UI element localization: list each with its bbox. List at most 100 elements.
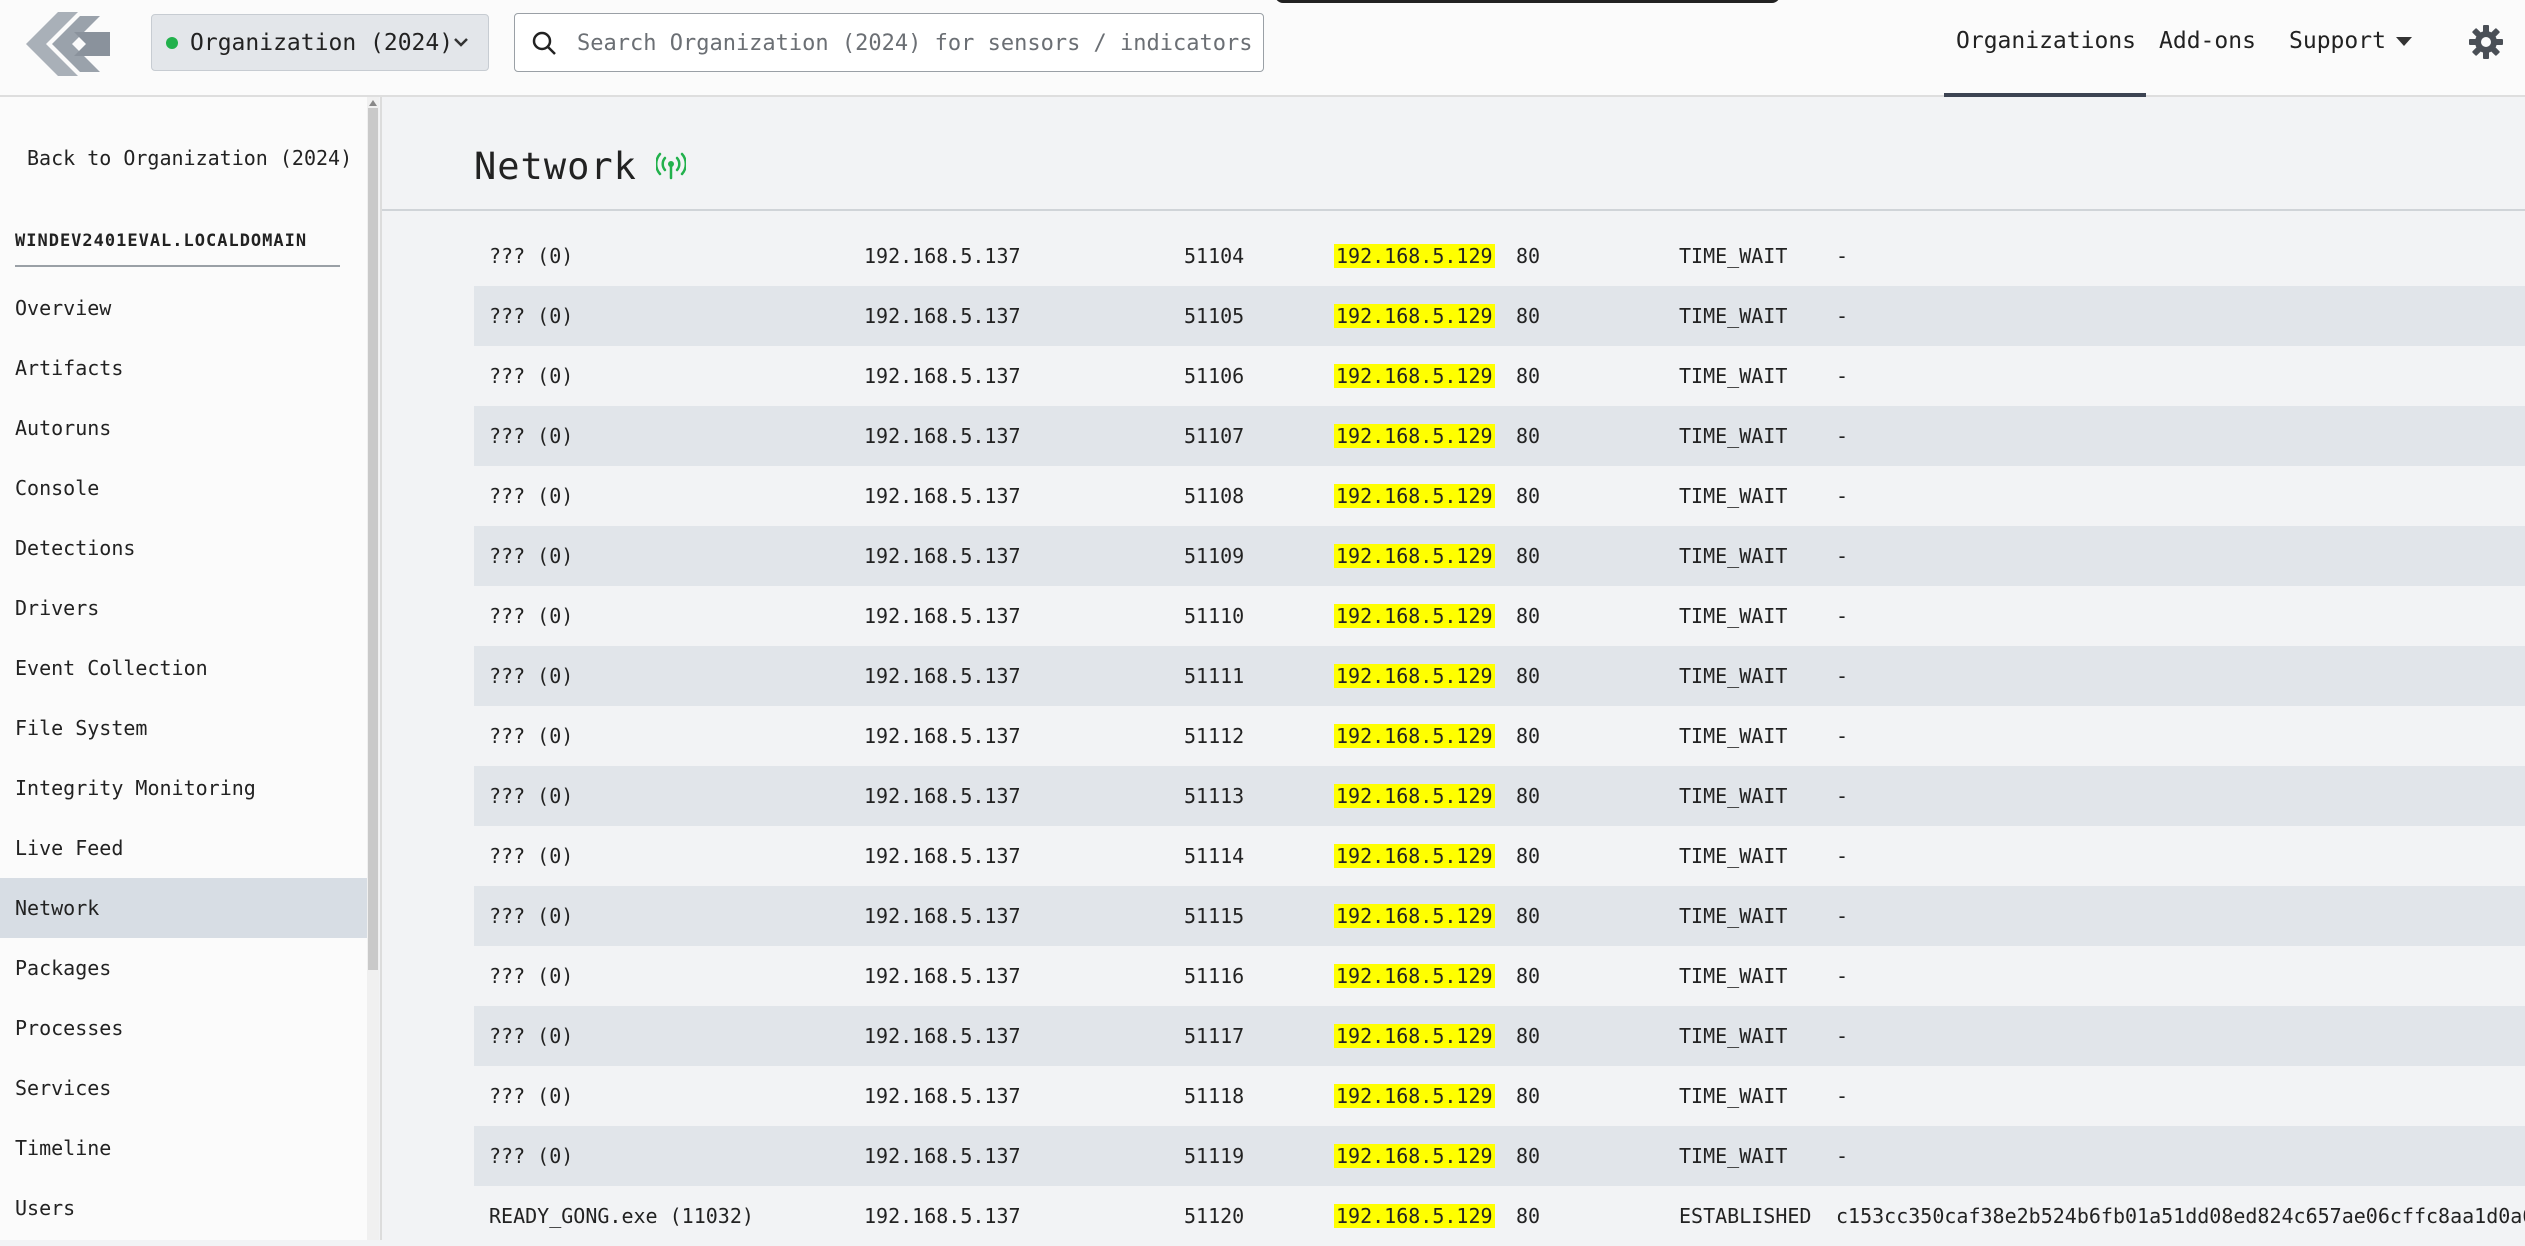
sidebar-item-timeline[interactable]: Timeline — [0, 1118, 367, 1178]
table-row: ??? (0) 192.168.5.137 51110 192.168.5.12… — [474, 586, 2525, 646]
table-row: ??? (0) 192.168.5.137 51106 192.168.5.12… — [474, 346, 2525, 406]
table-row: ??? (0) 192.168.5.137 51119 192.168.5.12… — [474, 1126, 2525, 1186]
cell-dst-port: 80 — [1516, 1144, 1541, 1168]
cell-dst-ip: 192.168.5.129 — [1334, 244, 1495, 268]
cell-dst-ip: 192.168.5.129 — [1334, 964, 1495, 988]
gear-icon[interactable] — [2468, 24, 2504, 60]
cell-hash: c153cc350caf38e2b524b6fb01a51dd08ed824c6… — [1836, 1204, 2525, 1228]
table-row: ??? (0) 192.168.5.137 51113 192.168.5.12… — [474, 766, 2525, 826]
status-dot — [166, 36, 178, 49]
notification-bar — [1275, 0, 1780, 3]
cell-src-port: 51120 — [1184, 1204, 1245, 1228]
page-title: Network — [474, 145, 637, 188]
cell-dst-port: 80 — [1516, 724, 1541, 748]
cell-dst-port: 80 — [1516, 784, 1541, 808]
sidebar-divider — [380, 97, 382, 1240]
sidebar-item-processes[interactable]: Processes — [0, 998, 367, 1058]
cell-process: ??? (0) — [489, 664, 574, 688]
cell-src-port: 51115 — [1184, 904, 1245, 928]
organization-select-label: Organization (2024) — [190, 29, 454, 56]
cell-src-ip: 192.168.5.137 — [864, 304, 1021, 328]
top-bar: Organization (2024) Organizations Add-on… — [0, 0, 2525, 97]
cell-dst-ip: 192.168.5.129 — [1334, 424, 1495, 448]
cell-hash: - — [1836, 1024, 1849, 1048]
cell-dst-ip: 192.168.5.129 — [1334, 484, 1495, 508]
cell-hash: - — [1836, 964, 1849, 988]
sidebar-item-packages[interactable]: Packages — [0, 938, 367, 998]
cell-state: TIME_WAIT — [1679, 424, 1788, 448]
cell-process: ??? (0) — [489, 964, 574, 988]
cell-dst-port: 80 — [1516, 844, 1541, 868]
sidebar-item-console[interactable]: Console — [0, 458, 367, 518]
sidebar-item-live-feed[interactable]: Live Feed — [0, 818, 367, 878]
nav-addons[interactable]: Add-ons — [2159, 28, 2256, 54]
back-link[interactable]: Back to Organization (2024) — [27, 146, 352, 170]
sidebar-item-services[interactable]: Services — [0, 1058, 367, 1118]
cell-dst-port: 80 — [1516, 544, 1541, 568]
cell-dst-ip: 192.168.5.129 — [1334, 904, 1495, 928]
cell-dst-port: 80 — [1516, 424, 1541, 448]
sidebar-item-event-collection[interactable]: Event Collection — [0, 638, 367, 698]
cell-process: ??? (0) — [489, 244, 574, 268]
header-divider — [382, 209, 2525, 211]
sidebar-item-overview[interactable]: Overview — [0, 278, 367, 338]
cell-dst-port: 80 — [1516, 364, 1541, 388]
cell-hash: - — [1836, 604, 1849, 628]
sidebar-item-users[interactable]: Users — [0, 1178, 367, 1238]
cell-state: TIME_WAIT — [1679, 1024, 1788, 1048]
cell-hash: - — [1836, 724, 1849, 748]
cell-src-port: 51116 — [1184, 964, 1245, 988]
cell-hash: - — [1836, 664, 1849, 688]
cell-dst-ip: 192.168.5.129 — [1334, 1144, 1495, 1168]
sidebar-item-autoruns[interactable]: Autoruns — [0, 398, 367, 458]
cell-src-ip: 192.168.5.137 — [864, 1144, 1021, 1168]
cell-process: READY_GONG.exe (11032) — [489, 1204, 754, 1228]
cell-process: ??? (0) — [489, 1024, 574, 1048]
cell-src-ip: 192.168.5.137 — [864, 364, 1021, 388]
cell-dst-ip: 192.168.5.129 — [1334, 1084, 1495, 1108]
cell-dst-ip: 192.168.5.129 — [1334, 724, 1495, 748]
cell-state: TIME_WAIT — [1679, 364, 1788, 388]
search-input[interactable] — [575, 22, 1259, 64]
cell-state: TIME_WAIT — [1679, 904, 1788, 928]
cell-dst-port: 80 — [1516, 664, 1541, 688]
cell-hash: - — [1836, 424, 1849, 448]
cell-process: ??? (0) — [489, 724, 574, 748]
scroll-up-icon[interactable] — [369, 100, 377, 106]
cell-process: ??? (0) — [489, 1144, 574, 1168]
sensor-hostname: WINDEV2401EVAL.LOCALDOMAIN — [15, 231, 308, 251]
network-connections-table: ??? (0) 192.168.5.137 51104 192.168.5.12… — [474, 226, 2525, 1246]
sidebar-item-drivers[interactable]: Drivers — [0, 578, 367, 638]
table-row: ??? (0) 192.168.5.137 51105 192.168.5.12… — [474, 286, 2525, 346]
sidebar-item-detections[interactable]: Detections — [0, 518, 367, 578]
cell-src-port: 51105 — [1184, 304, 1245, 328]
cell-hash: - — [1836, 304, 1849, 328]
sidebar-item-integrity-monitoring[interactable]: Integrity Monitoring — [0, 758, 367, 818]
cell-src-port: 51110 — [1184, 604, 1245, 628]
cell-hash: - — [1836, 544, 1849, 568]
sidebar-item-artifacts[interactable]: Artifacts — [0, 338, 367, 398]
cell-src-port: 51111 — [1184, 664, 1245, 688]
cell-process: ??? (0) — [489, 304, 574, 328]
cell-src-ip: 192.168.5.137 — [864, 484, 1021, 508]
sidebar-item-file-system[interactable]: File System — [0, 698, 367, 758]
cell-process: ??? (0) — [489, 424, 574, 448]
search-icon — [532, 31, 556, 55]
cell-src-ip: 192.168.5.137 — [864, 1084, 1021, 1108]
logo-icon[interactable] — [18, 4, 118, 84]
table-row: ??? (0) 192.168.5.137 51109 192.168.5.12… — [474, 526, 2525, 586]
cell-state: TIME_WAIT — [1679, 1084, 1788, 1108]
cell-src-ip: 192.168.5.137 — [864, 1024, 1021, 1048]
table-row: ??? (0) 192.168.5.137 51116 192.168.5.12… — [474, 946, 2525, 1006]
antenna-icon — [656, 152, 686, 180]
nav-support[interactable]: Support — [2289, 28, 2412, 54]
nav-organizations[interactable]: Organizations — [1956, 28, 2136, 54]
sidebar-scrollbar-thumb[interactable] — [368, 108, 378, 970]
cell-dst-port: 80 — [1516, 304, 1541, 328]
hostname-underline — [15, 265, 340, 267]
sidebar-item-network[interactable]: Network — [0, 878, 367, 938]
organization-select[interactable]: Organization (2024) — [151, 14, 489, 71]
table-row: ??? (0) 192.168.5.137 51114 192.168.5.12… — [474, 826, 2525, 886]
cell-state: TIME_WAIT — [1679, 724, 1788, 748]
cell-process: ??? (0) — [489, 544, 574, 568]
